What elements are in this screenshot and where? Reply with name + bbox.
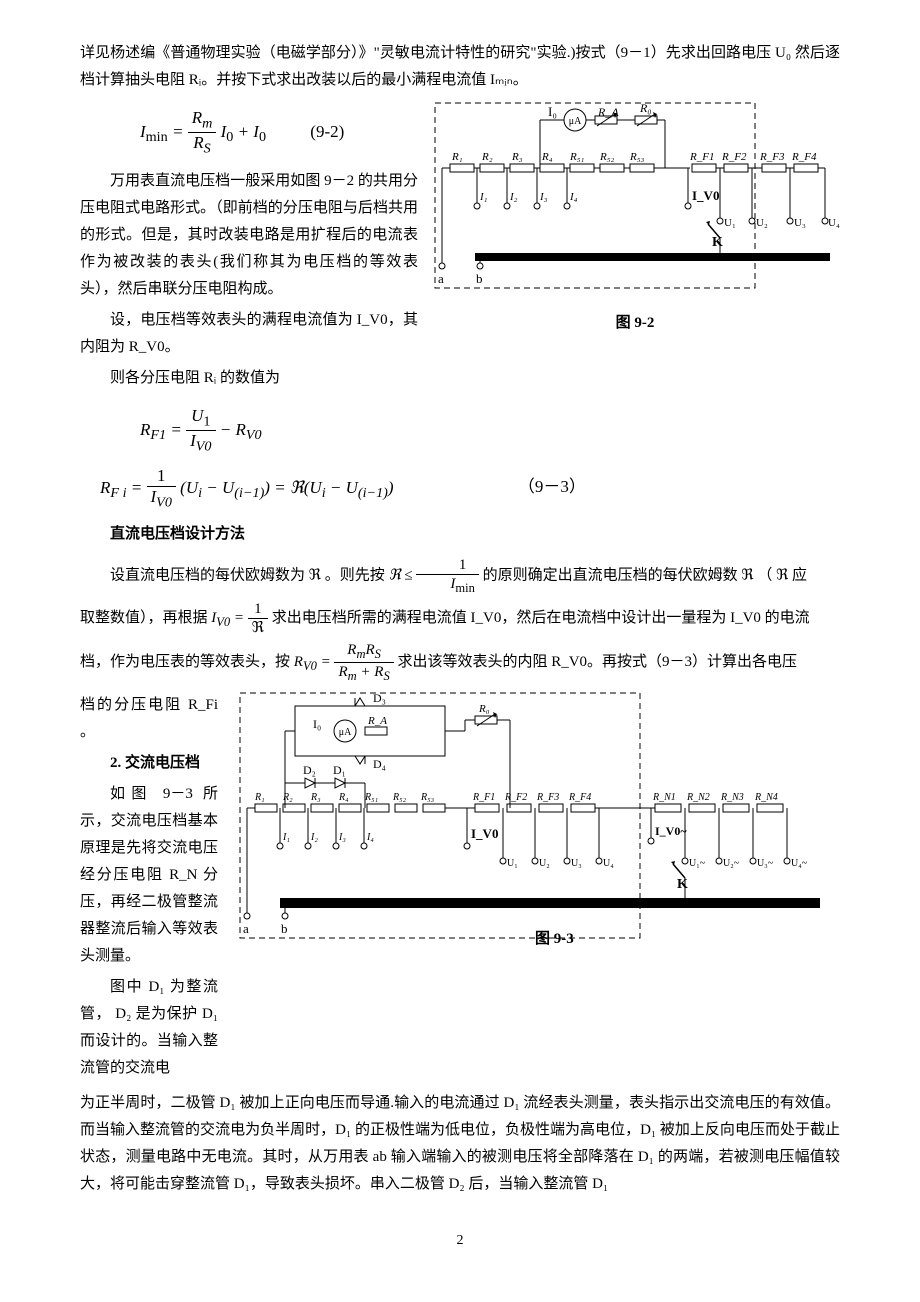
paragraph-4: 则各分压电阻 Rᵢ 的数值为 <box>80 365 840 392</box>
figure-9-2: μA I₀ R_A R₀ R₁ R₂ <box>430 98 840 337</box>
svg-text:b: b <box>476 271 483 286</box>
figure-9-2-label: 图 9-2 <box>430 310 840 337</box>
svg-text:U₁: U₁ <box>724 217 736 229</box>
svg-text:I_V0: I_V0 <box>471 826 498 841</box>
svg-text:D₂: D₂ <box>303 763 316 777</box>
svg-text:D₃: D₃ <box>373 691 386 705</box>
svg-text:U₁~: U₁~ <box>689 858 706 869</box>
svg-text:K: K <box>677 877 688 892</box>
svg-text:R_N2: R_N2 <box>686 792 710 803</box>
svg-text:R_F4: R_F4 <box>791 151 817 163</box>
svg-text:I₃: I₃ <box>539 191 548 203</box>
svg-text:R₂: R₂ <box>282 792 293 803</box>
svg-text:R_F1: R_F1 <box>472 792 495 803</box>
svg-text:I₁: I₁ <box>479 191 488 203</box>
label-I0: I₀ <box>548 104 557 119</box>
svg-text:R_F3: R_F3 <box>536 792 559 803</box>
label-RA: R_A <box>597 105 619 119</box>
svg-text:R₁: R₁ <box>254 792 265 803</box>
svg-text:R_N3: R_N3 <box>720 792 744 803</box>
svg-text:I₄: I₄ <box>366 832 374 843</box>
heading-dc-voltage: 直流电压档设计方法 <box>80 521 840 548</box>
svg-text:I₁: I₁ <box>282 832 290 843</box>
equation-9-3: RF i = 1IV0 (Ui − U(i−1)) = ℜ(Ui − U(i−1… <box>100 466 840 512</box>
svg-text:R₅₃: R₅₃ <box>629 151 645 163</box>
svg-text:I₀: I₀ <box>313 717 321 731</box>
svg-text:R₅₁: R₅₁ <box>364 792 378 803</box>
label-IV0: I_V0 <box>692 188 719 203</box>
svg-text:D₁: D₁ <box>333 763 346 777</box>
page-number: 2 <box>80 1228 840 1253</box>
svg-text:R_N1: R_N1 <box>652 792 676 803</box>
svg-text:R₃: R₃ <box>310 792 321 803</box>
svg-text:R₅₁: R₅₁ <box>569 151 585 163</box>
svg-text:R_F2: R_F2 <box>721 151 747 163</box>
svg-text:R_F3: R_F3 <box>759 151 785 163</box>
svg-text:R_A: R_A <box>367 715 387 727</box>
svg-text:b: b <box>281 921 288 936</box>
svg-text:R₂: R₂ <box>481 151 493 163</box>
svg-text:a: a <box>243 921 249 936</box>
svg-text:I_V0~: I_V0~ <box>655 824 687 838</box>
svg-text:a: a <box>438 271 444 286</box>
paragraph-5: 设直流电压档的每伏欧姆数为 ℜ 。则先按 ℜ ≤ 1Imin 的原则确定出直流电… <box>80 556 840 596</box>
svg-text:μA: μA <box>339 727 352 738</box>
svg-text:U₄: U₄ <box>603 858 614 869</box>
svg-text:I₂: I₂ <box>509 191 518 203</box>
svg-text:R_F1: R_F1 <box>689 151 714 163</box>
svg-text:R₄: R₄ <box>338 792 349 803</box>
meter-label: μA <box>569 116 582 127</box>
paragraph-intro: 详见杨述编《普通物理实验（电磁学部分）》"灵敏电流计特性的研究"实验.)按式（9… <box>80 40 840 94</box>
figure-9-3: μA I₀ R_A D₃ D₄ R₀ D₂ D₁ <box>230 688 840 958</box>
paragraph-7: 档，作为电压表的等效表头，按 RV0 = RmRSRm + RS 求出该等效表头… <box>80 641 840 684</box>
svg-text:U₁: U₁ <box>507 858 518 869</box>
svg-text:R₃: R₃ <box>511 151 523 163</box>
svg-text:U₃: U₃ <box>794 217 806 229</box>
svg-text:U₂~: U₂~ <box>723 858 740 869</box>
svg-text:U₄: U₄ <box>828 217 840 229</box>
svg-text:U₂: U₂ <box>756 217 768 229</box>
svg-text:I₂: I₂ <box>310 832 318 843</box>
paragraph-6: 取整数值），再根据 IV0 = 1ℜ 求出电压档所需的满程电流值 I_V0，然后… <box>80 600 840 637</box>
figure-9-3-label: 图 9-3 <box>535 930 574 947</box>
label-K: K <box>712 235 723 250</box>
svg-text:R_F4: R_F4 <box>568 792 591 803</box>
svg-text:U₃~: U₃~ <box>757 858 774 869</box>
equation-RF1: RF1 = U1IV0 − RV0 <box>140 406 840 456</box>
svg-text:U₃: U₃ <box>571 858 582 869</box>
label-R0: R₀ <box>639 101 652 115</box>
svg-text:R₁: R₁ <box>451 151 463 163</box>
heading-ac: 2. 交流电压档 <box>80 750 218 777</box>
left-column: 档的分压电阻 R_Fi 。 2. 交流电压档 如图 9－3 所示，交流电压档基本… <box>80 688 218 1086</box>
svg-text:R₅₂: R₅₂ <box>392 792 407 803</box>
svg-text:U₄~: U₄~ <box>791 858 808 869</box>
svg-text:R₅₂: R₅₂ <box>599 151 615 163</box>
paragraph-11: 为正半周时，二极管 D₁ 被加上正向电压而导通.输入的电流通过 D₁ 流经表头测… <box>80 1090 840 1198</box>
svg-text:I₃: I₃ <box>338 832 346 843</box>
svg-text:R₅₃: R₅₃ <box>420 792 435 803</box>
svg-text:D₄: D₄ <box>373 757 386 771</box>
svg-text:R_F2: R_F2 <box>504 792 527 803</box>
svg-text:I₄: I₄ <box>569 191 578 203</box>
svg-text:R_N4: R_N4 <box>754 792 778 803</box>
svg-text:R₀: R₀ <box>478 703 490 715</box>
svg-text:R₄: R₄ <box>541 151 553 163</box>
svg-text:U₂: U₂ <box>539 858 550 869</box>
